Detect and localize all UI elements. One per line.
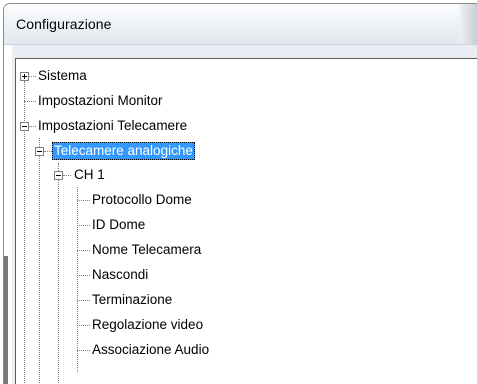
tree-item-label: ID Dome (92, 217, 146, 232)
window-title: Configurazione (16, 16, 112, 32)
configuration-window: Configurazione Sistema Impostazioni Moni… (3, 3, 477, 384)
tree-item-sistema[interactable]: Sistema (16, 65, 216, 87)
tree-item-label: Nascondi (92, 267, 149, 282)
tree-item-ch1[interactable]: CH 1 (16, 164, 216, 186)
collapse-minus-icon[interactable] (54, 171, 63, 180)
title-bar[interactable]: Configurazione (4, 4, 477, 45)
configuration-tree: Sistema Impostazioni Monitor Impostazion… (16, 59, 477, 384)
tree-item-regolazione-video[interactable]: Regolazione video (16, 314, 316, 336)
title-bar-edge (460, 4, 477, 44)
tree-item-label: CH 1 (74, 167, 105, 182)
tree-item-label: Terminazione (92, 292, 173, 307)
tree-item-label-selected: Telecamere analogiche (52, 142, 195, 160)
collapse-minus-icon[interactable] (20, 122, 29, 131)
tree-item-impostazioni-monitor[interactable]: Impostazioni Monitor (16, 90, 256, 112)
tree-item-nome-telecamera[interactable]: Nome Telecamera (16, 239, 316, 261)
tree-item-label: Impostazioni Monitor (38, 93, 163, 108)
tree-item-label: Associazione Audio (92, 342, 210, 357)
tree-item-id-dome[interactable]: ID Dome (16, 214, 316, 236)
tree-item-protocollo-dome[interactable]: Protocollo Dome (16, 189, 316, 211)
left-frame-shadow (4, 256, 8, 384)
collapse-minus-icon[interactable] (35, 147, 44, 156)
tree-item-label: Sistema (38, 68, 87, 83)
tree-item-telecamere-analogiche[interactable]: Telecamere analogiche (16, 140, 316, 162)
tree-item-nascondi[interactable]: Nascondi (16, 264, 316, 286)
tree-item-impostazioni-telecamere[interactable]: Impostazioni Telecamere (16, 115, 276, 137)
tree-item-associazione-audio[interactable]: Associazione Audio (16, 339, 316, 361)
tree-item-label: Protocollo Dome (92, 192, 192, 207)
expand-plus-icon[interactable] (20, 72, 29, 81)
configuration-tree-panel: Sistema Impostazioni Monitor Impostazion… (15, 58, 477, 384)
tree-item-label: Nome Telecamera (92, 242, 202, 257)
tree-item-label: Impostazioni Telecamere (38, 118, 188, 133)
tree-item-terminazione[interactable]: Terminazione (16, 289, 316, 311)
tree-item-label: Regolazione video (92, 317, 204, 332)
